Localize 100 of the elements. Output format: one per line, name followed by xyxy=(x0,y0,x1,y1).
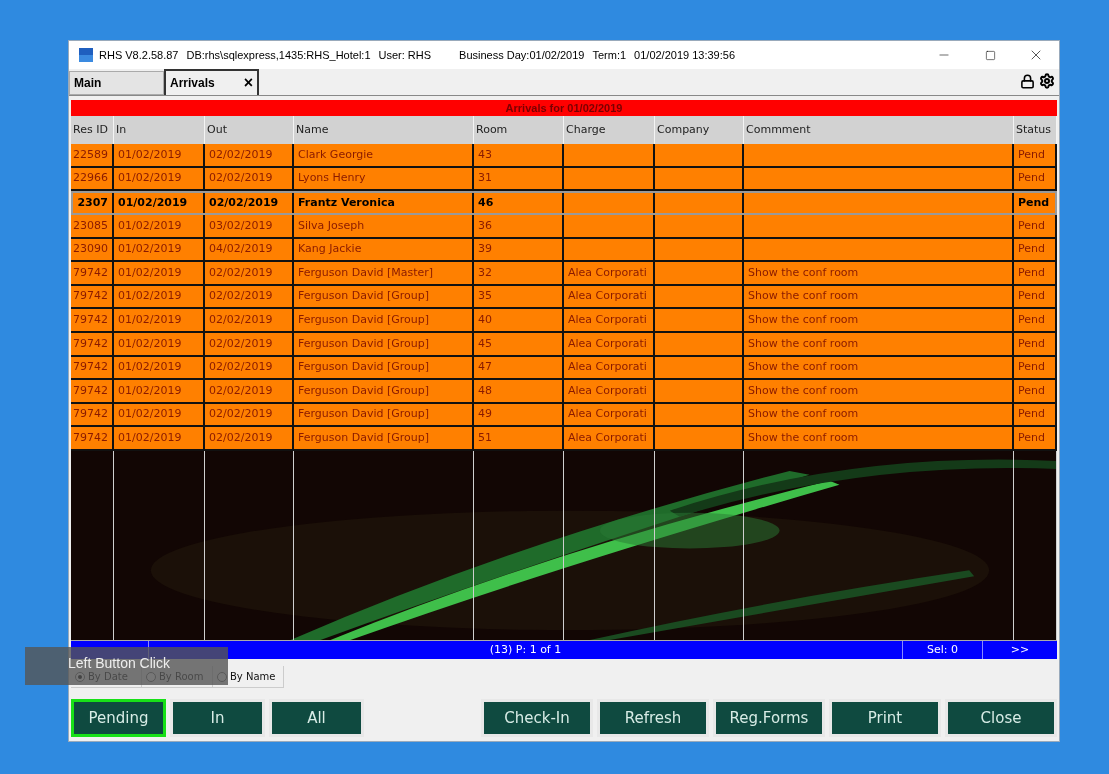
table-row[interactable]: 79742 01/02/2019 02/02/2019 Ferguson David [Group] 40 Alea Corporati Show the conf room Pend xyxy=(71,309,1057,334)
action-button[interactable]: Reg.Forms xyxy=(713,699,825,737)
table-cell: 02/02/2019 xyxy=(205,262,294,284)
table-cell: 79742 xyxy=(71,427,114,449)
table-cell: Pend xyxy=(1014,262,1057,284)
table-cell: 01/02/2019 xyxy=(114,427,205,449)
table-cell: 22966 xyxy=(71,167,114,190)
table-cell: 02/02/2019 xyxy=(205,403,294,426)
window-title: RHS V8.2.58.87 xyxy=(99,47,179,63)
table-row[interactable]: 79742 01/02/2019 02/02/2019 Ferguson David [Group] 48 Alea Corporati Show the conf room Pend xyxy=(71,380,1057,404)
table-cell: 01/02/2019 xyxy=(114,238,205,261)
table-row[interactable]: 79742 01/02/2019 02/02/2019 Ferguson David [Group] 35 Alea Corporati Show the conf room Pend xyxy=(71,285,1057,310)
table-cell: 79742 xyxy=(71,285,114,308)
table-cell: Clark Georgie xyxy=(294,144,474,166)
table-cell: Ferguson David [Group] xyxy=(294,427,474,449)
table-cell: Pend xyxy=(1014,380,1057,402)
table-cell: 04/02/2019 xyxy=(205,238,294,261)
table-cell: 02/02/2019 xyxy=(205,333,294,355)
table-cell: Kang Jackie xyxy=(294,238,474,261)
table-cell: Alea Corporati xyxy=(564,309,655,332)
table-cell: Alea Corporati xyxy=(564,403,655,426)
selection-count: Sel: 0 xyxy=(902,641,982,659)
tab[interactable]: Arrivals × xyxy=(164,69,259,96)
settings-icon[interactable] xyxy=(1039,73,1055,90)
table-cell: Ferguson David [Group] xyxy=(294,333,474,355)
table-cell: 23090 xyxy=(71,238,114,261)
table-cell: 43 xyxy=(474,144,564,166)
filter-button[interactable]: All xyxy=(269,699,364,737)
table-cell: 01/02/2019 xyxy=(114,215,205,237)
table-cell: 01/02/2019 xyxy=(114,144,205,166)
table-cell: 23085 xyxy=(71,215,114,237)
table-row[interactable]: 22966 01/02/2019 02/02/2019 Lyons Henry 31 Pend xyxy=(71,167,1057,192)
table-cell: 40 xyxy=(474,309,564,332)
table-cell: Pend xyxy=(1014,403,1057,426)
table-cell: 79742 xyxy=(71,333,114,355)
table-cell: Show the conf room xyxy=(744,333,1014,355)
table-cell: Ferguson David [Group] xyxy=(294,380,474,402)
table-cell: Show the conf room xyxy=(744,262,1014,284)
table-cell: 02/02/2019 xyxy=(205,356,294,379)
close-tab-glyph[interactable]: × xyxy=(243,75,253,92)
table-cell: Pend xyxy=(1014,144,1057,166)
table-cell: Pend xyxy=(1014,238,1057,261)
table-row[interactable]: 2307 01/02/2019 02/02/2019 Frantz Veronica 46 Pend xyxy=(71,191,1057,216)
table-cell: 31 xyxy=(474,167,564,190)
table-cell: 79742 xyxy=(71,356,114,379)
table-row[interactable]: 79742 01/02/2019 02/02/2019 Ferguson David [Group] 51 Alea Corporati Show the conf room Pend xyxy=(71,427,1057,451)
table-cell: Ferguson David [Group] xyxy=(294,356,474,379)
table-cell: 39 xyxy=(474,238,564,261)
table-row[interactable]: 23090 01/02/2019 04/02/2019 Kang Jackie 39 Pend xyxy=(71,238,1057,263)
action-button[interactable]: Check-In xyxy=(481,699,593,737)
table-cell: 36 xyxy=(474,215,564,237)
table-cell: 02/02/2019 xyxy=(205,167,294,190)
table-cell: 48 xyxy=(474,380,564,402)
table-row[interactable]: 79742 01/02/2019 02/02/2019 Ferguson David [Group] 49 Alea Corporati Show the conf room Pend xyxy=(71,403,1057,428)
table-cell: 49 xyxy=(474,403,564,426)
filter-button[interactable]: In xyxy=(170,699,265,737)
lock-icon[interactable] xyxy=(1020,73,1035,89)
table-cell: 02/02/2019 xyxy=(205,144,294,166)
table-cell: 79742 xyxy=(71,380,114,402)
next-page-button[interactable]: >> xyxy=(982,641,1057,659)
table-cell: Show the conf room xyxy=(744,356,1014,379)
table-cell: Alea Corporati xyxy=(564,427,655,449)
table-row[interactable]: 79742 01/02/2019 02/02/2019 Ferguson David [Group] 47 Alea Corporati Show the conf room Pend xyxy=(71,356,1057,381)
table-cell: 51 xyxy=(474,427,564,449)
table-cell: 02/02/2019 xyxy=(205,427,294,449)
filter-button[interactable]: Pending xyxy=(71,699,166,737)
tab[interactable]: Main xyxy=(69,71,164,96)
action-button[interactable]: Print xyxy=(829,699,941,737)
table-cell: 01/02/2019 xyxy=(114,403,205,426)
table-cell: Ferguson David [Group] xyxy=(294,403,474,426)
table-cell: Pend xyxy=(1014,285,1057,308)
window-title: DB:rhs\sqlexpress,1435:RHS_Hotel:1 xyxy=(186,47,371,63)
table-cell: Alea Corporati xyxy=(564,356,655,379)
app-logo-icon xyxy=(79,48,93,62)
table-row[interactable]: 79742 01/02/2019 02/02/2019 Ferguson David [Group] 45 Alea Corporati Show the conf room Pend xyxy=(71,333,1057,357)
action-button[interactable]: Refresh xyxy=(597,699,709,737)
table-row[interactable]: 79742 01/02/2019 02/02/2019 Ferguson David [Master] 32 Alea Corporati Show the conf room Pend xyxy=(71,262,1057,286)
table-cell: Lyons Henry xyxy=(294,167,474,190)
table-row[interactable]: 22589 01/02/2019 02/02/2019 Clark Georgie 43 Pend xyxy=(71,144,1057,168)
table-cell: 35 xyxy=(474,285,564,308)
table-cell: 01/02/2019 xyxy=(114,309,205,332)
table-row[interactable]: 23085 01/02/2019 03/02/2019 Silva Joseph 36 Pend xyxy=(71,215,1057,239)
table-cell: Pend xyxy=(1014,333,1057,355)
table-cell: 01/02/2019 xyxy=(114,356,205,379)
table-cell: 79742 xyxy=(71,309,114,332)
window-title: Business Day:01/02/2019 xyxy=(459,47,585,63)
table-cell: Show the conf room xyxy=(744,309,1014,332)
table-cell: 47 xyxy=(474,356,564,379)
table-cell: 03/02/2019 xyxy=(205,215,294,237)
table-cell: 02/02/2019 xyxy=(205,309,294,332)
table-cell: Ferguson David [Group] xyxy=(294,309,474,332)
table-cell: 01/02/2019 xyxy=(114,285,205,308)
table-cell: 45 xyxy=(474,333,564,355)
table-cell: 22589 xyxy=(71,144,114,166)
table-cell: 79742 xyxy=(71,262,114,284)
table-cell: Alea Corporati xyxy=(564,380,655,402)
action-button[interactable]: Close xyxy=(945,699,1057,737)
table-cell: 79742 xyxy=(71,403,114,426)
table-cell: Show the conf room xyxy=(744,285,1014,308)
table-cell: 01/02/2019 xyxy=(114,167,205,190)
